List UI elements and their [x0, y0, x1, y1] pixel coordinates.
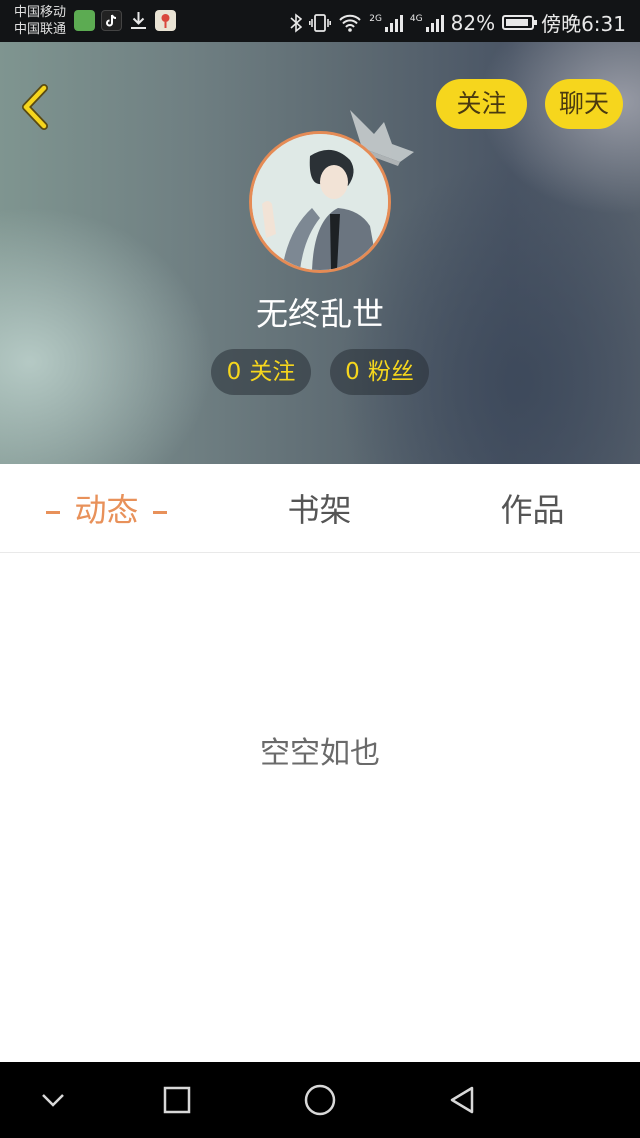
tab-dynamics-label: 动态: [74, 491, 139, 529]
carrier-1: 中国移动: [14, 5, 67, 20]
empty-state-text: 空空如也: [260, 736, 380, 771]
nav-back-triangle-icon[interactable]: [446, 1084, 478, 1116]
nav-square-icon[interactable]: [161, 1084, 193, 1116]
nav-circle-icon[interactable]: [302, 1082, 338, 1118]
username: 无终乱世: [255, 295, 384, 333]
following-count: 0: [226, 359, 242, 385]
tab-works-label: 作品: [500, 491, 565, 529]
signal-4g-icon: 4G: [410, 14, 444, 32]
profile-tabs: 动态 书架 作品: [0, 464, 640, 553]
active-tab-dash-left: [46, 510, 61, 514]
network-4g-label: 4G: [409, 13, 423, 24]
back-arrow-icon: [22, 84, 48, 130]
map-app-icon: [155, 10, 176, 31]
fans-count-button[interactable]: 0 粉丝: [330, 349, 429, 395]
status-right: 2G 4G 82% 傍晚6:31: [290, 8, 626, 37]
signal-2g-icon: 2G: [369, 14, 403, 32]
profile-header: 关注 聊天 无终乱世 0 关注 0 粉丝: [0, 42, 640, 464]
reader-app-icon: [74, 10, 95, 31]
active-tab-dash-right: [152, 510, 167, 514]
battery-icon: [502, 15, 538, 30]
follow-button[interactable]: 关注: [436, 79, 527, 129]
tiktok-icon: [101, 10, 122, 31]
bluetooth-icon: [290, 12, 303, 33]
carrier-2: 中国联通: [14, 22, 67, 37]
avatar-illustration: [252, 134, 388, 270]
tab-dynamics[interactable]: 动态: [0, 464, 213, 552]
vibrate-icon: [309, 13, 332, 32]
status-bar: 中国移动 中国联通 2G 4G 82% 傍晚6:31: [0, 0, 640, 42]
clock: 傍晚6:31: [541, 12, 626, 36]
chat-button[interactable]: 聊天: [545, 79, 623, 129]
tab-bookshelf-label: 书架: [287, 491, 352, 529]
following-label: 关注: [249, 359, 296, 385]
battery-percent: 82%: [450, 10, 496, 35]
tab-bookshelf[interactable]: 书架: [213, 464, 426, 552]
system-nav-bar: [0, 1062, 640, 1138]
network-2g-label: 2G: [369, 13, 382, 24]
nav-down-icon[interactable]: [37, 1084, 69, 1116]
notification-icons: [74, 10, 176, 31]
carrier-info: 中国移动 中国联通: [14, 4, 66, 38]
tab-works[interactable]: 作品: [426, 464, 639, 552]
wifi-icon: [339, 14, 361, 32]
following-count-button[interactable]: 0 关注: [211, 349, 311, 395]
avatar[interactable]: [249, 131, 391, 273]
back-button[interactable]: [14, 82, 58, 132]
fans-count: 0: [345, 359, 360, 385]
fans-label: 粉丝: [367, 359, 414, 385]
download-icon: [128, 10, 149, 31]
